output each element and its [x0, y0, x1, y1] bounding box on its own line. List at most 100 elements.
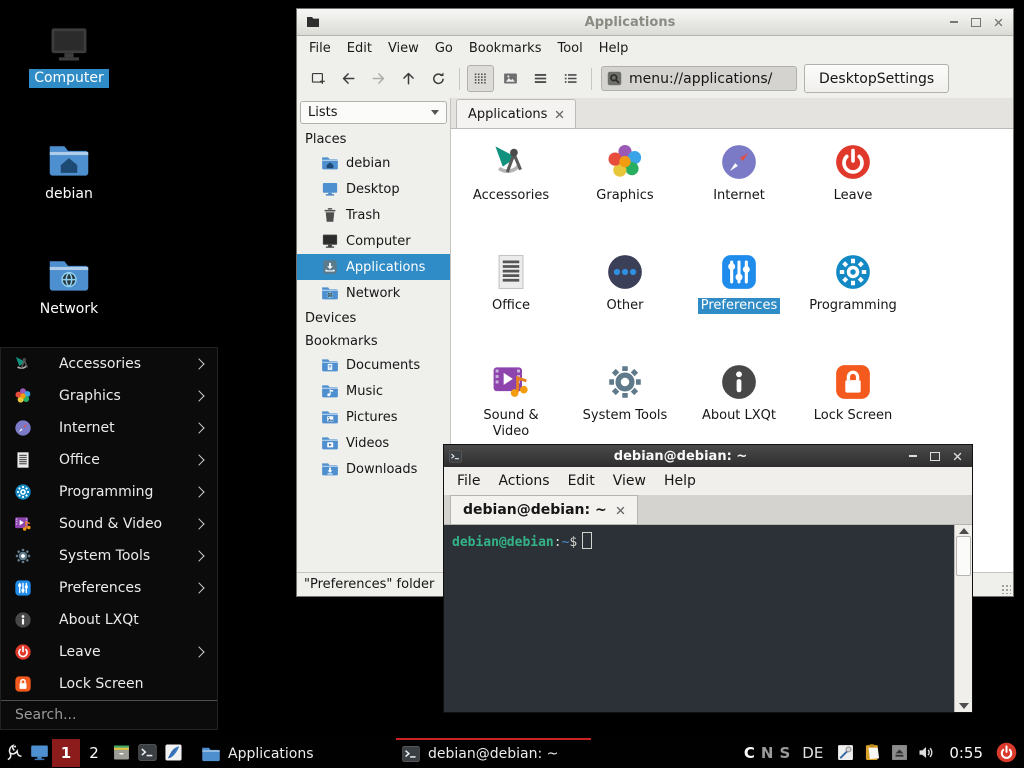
bookmark-pictures[interactable]: Pictures [297, 404, 450, 430]
back-button[interactable] [335, 65, 362, 92]
menu-item-system-tools[interactable]: System Tools [1, 540, 217, 572]
toolbar-separator [459, 68, 460, 90]
term-menu-actions[interactable]: Actions [489, 469, 558, 493]
place-desktop[interactable]: Desktop [297, 176, 450, 202]
desktop-icon-network[interactable]: Network [20, 253, 118, 319]
item-preferences[interactable]: Preferences [682, 243, 796, 353]
fm-menu-go[interactable]: Go [427, 37, 461, 60]
item-office[interactable]: Office [454, 243, 568, 353]
menu-search-input[interactable] [13, 706, 205, 724]
place-trash[interactable]: Trash [297, 202, 450, 228]
detailed-list-view-button[interactable] [527, 65, 554, 92]
terminal-screen[interactable]: debian@debian:~$ [444, 525, 954, 712]
menu-item-lock-screen[interactable]: Lock Screen [1, 668, 217, 700]
scroll-up-icon[interactable] [959, 528, 969, 534]
volume-icon[interactable] [916, 742, 937, 763]
menu-item-sound-video[interactable]: Sound & Video [1, 508, 217, 540]
item-other[interactable]: Other [568, 243, 682, 353]
item-accessories[interactable]: Accessories [454, 133, 568, 243]
chevron-right-icon [193, 582, 204, 593]
icon-view-button[interactable] [467, 65, 494, 92]
fm-menu-tool[interactable]: Tool [549, 37, 590, 60]
fm-menu-file[interactable]: File [301, 37, 339, 60]
task-button-terminal[interactable]: debian@debian: ~ [396, 738, 591, 767]
fm-menu-view[interactable]: View [380, 37, 427, 60]
minimize-button[interactable] [947, 15, 961, 29]
sidebar-mode-select[interactable]: Lists [300, 101, 447, 124]
scrollbar-thumb[interactable] [956, 536, 971, 576]
menu-item-preferences[interactable]: Preferences [1, 572, 217, 604]
quicklaunch-featherpad[interactable] [160, 738, 186, 767]
terminal-cursor [582, 532, 592, 549]
eject-icon[interactable] [889, 742, 910, 763]
menu-item-graphics[interactable]: Graphics [1, 380, 217, 412]
fm-menu-help[interactable]: Help [591, 37, 637, 60]
menu-item-programming[interactable]: Programming [1, 476, 217, 508]
term-menu-help[interactable]: Help [655, 469, 705, 493]
power-button-icon[interactable] [995, 741, 1018, 764]
bookmark-documents[interactable]: Documents [297, 352, 450, 378]
clock[interactable]: 0:55 [949, 744, 983, 762]
place-debian[interactable]: debian [297, 150, 450, 176]
item-leave[interactable]: Leave [796, 133, 910, 243]
main-menu-button[interactable] [0, 738, 26, 767]
screenshot-tool-icon[interactable] [835, 742, 856, 763]
address-bar[interactable]: menu://applications/ [601, 66, 797, 91]
item-graphics[interactable]: Graphics [568, 133, 682, 243]
terminal-scrollbar[interactable] [954, 525, 972, 712]
resize-grip[interactable] [1001, 584, 1011, 594]
item-programming[interactable]: Programming [796, 243, 910, 353]
bookmark-music[interactable]: Music [297, 378, 450, 404]
menu-item-accessories[interactable]: Accessories [1, 348, 217, 380]
term-menu-view[interactable]: View [604, 469, 655, 493]
bookmark-videos[interactable]: Videos [297, 430, 450, 456]
tab-applications[interactable]: Applications [456, 99, 576, 128]
place-network[interactable]: Network [297, 280, 450, 306]
item-internet[interactable]: Internet [682, 133, 796, 243]
up-button[interactable] [395, 65, 422, 92]
maximize-button[interactable] [928, 449, 942, 463]
clipboard-icon[interactable] [862, 742, 883, 763]
reload-button[interactable] [425, 65, 452, 92]
task-button-applications[interactable]: Applications [196, 738, 391, 767]
close-button[interactable] [991, 15, 1005, 29]
terminal-tab[interactable]: debian@debian: ~ [450, 495, 638, 524]
workspace-1-button[interactable]: 1 [52, 739, 80, 767]
bookmark-downloads[interactable]: Downloads [297, 456, 450, 482]
minimize-button[interactable] [906, 449, 920, 463]
keyboard-layout-indicator[interactable]: DE [802, 744, 823, 762]
quicklaunch-file-manager[interactable] [108, 738, 134, 767]
term-menu-file[interactable]: File [448, 469, 489, 493]
term-menu-edit[interactable]: Edit [559, 469, 604, 493]
menu-item-leave[interactable]: Leave [1, 636, 217, 668]
folder-music-icon [321, 382, 339, 400]
thumbnail-view-button[interactable] [497, 65, 524, 92]
fm-titlebar[interactable]: Applications [297, 9, 1013, 36]
fm-menu-edit[interactable]: Edit [339, 37, 380, 60]
item-label: Internet [710, 188, 768, 204]
compact-view-button[interactable] [557, 65, 584, 92]
tab-close-icon[interactable] [555, 110, 564, 119]
menu-item-office[interactable]: Office [1, 444, 217, 476]
desktop-settings-button[interactable]: DesktopSettings [804, 64, 949, 93]
place-computer[interactable]: Computer [297, 228, 450, 254]
maximize-button[interactable] [969, 15, 983, 29]
forward-button[interactable] [365, 65, 392, 92]
terminal-titlebar[interactable]: debian@debian: ~ [444, 445, 972, 467]
fm-menu-bookmarks[interactable]: Bookmarks [461, 37, 550, 60]
menu-item-internet[interactable]: Internet [1, 412, 217, 444]
close-button[interactable] [950, 449, 964, 463]
quicklaunch-terminal[interactable] [134, 738, 160, 767]
desktop-icon-debian[interactable]: debian [20, 138, 118, 204]
other-icon [603, 250, 647, 294]
place-applications[interactable]: Applications [297, 254, 450, 280]
desktop-icon-computer[interactable]: Computer [20, 22, 118, 88]
workspace-2-button[interactable]: 2 [80, 739, 108, 767]
programming-icon [13, 482, 33, 502]
menu-item-about-lxqt[interactable]: About LXQt [1, 604, 217, 636]
scroll-down-icon[interactable] [959, 703, 969, 709]
new-tab-button[interactable] [305, 65, 332, 92]
status-text: "Preferences" folder [304, 577, 434, 592]
tab-close-icon[interactable] [616, 506, 625, 515]
show-desktop-button[interactable] [26, 738, 52, 767]
